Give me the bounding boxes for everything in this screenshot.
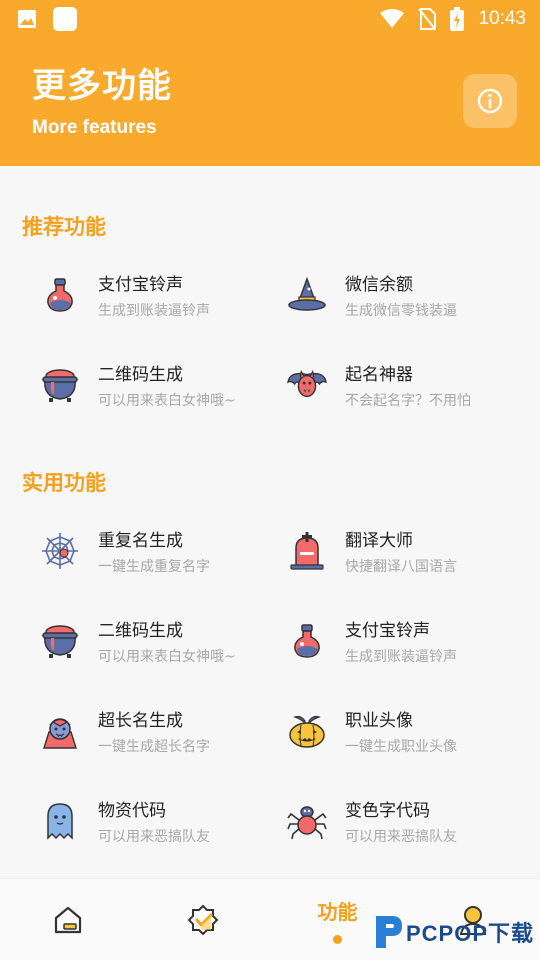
feature-item-code[interactable]: 物资代码 可以用来恶搞队友 [40,791,280,851]
feature-name: 职业头像 [345,711,413,731]
watermark-text: PCPOP下载 [406,921,535,946]
ghost-icon [40,801,80,841]
feature-color-text-code[interactable]: 变色字代码 可以用来恶搞队友 [287,791,527,851]
spider-icon [287,801,327,841]
nav-home[interactable] [0,879,135,960]
feature-name: 变色字代码 [345,801,430,821]
status-bar: 10:43 [0,0,540,38]
active-indicator [333,935,342,944]
feature-desc: 可以用来恶搞队友 [98,829,210,845]
feature-desc: 一键生成超长名字 [98,739,210,755]
witch-hat-icon [287,275,327,315]
vampire-icon [40,711,80,751]
feature-name: 二维码生成 [98,621,183,641]
wifi-icon [380,9,405,28]
feature-desc: 生成微信零钱装逼 [345,303,457,319]
image-icon [18,10,36,28]
feature-long-name[interactable]: 超长名生成 一键生成超长名字 [40,701,280,761]
feature-desc: 一键生成重复名字 [98,559,210,575]
feature-name: 重复名生成 [98,531,183,551]
feature-desc: 可以用来表白女神哦~ [98,649,236,665]
battery-charging-icon [450,7,465,31]
feature-qrcode[interactable]: 二维码生成 可以用来表白女神哦~ [40,355,280,415]
feature-desc: 可以用来恶搞队友 [345,829,457,845]
feature-wechat-balance[interactable]: 微信余额 生成微信零钱装逼 [287,265,527,325]
feature-desc: 可以用来表白女神哦~ [98,393,236,409]
feature-name: 物资代码 [98,801,166,821]
feature-naming[interactable]: 起名神器 不会起名字？不用怕 [287,355,527,415]
feature-name: 支付宝铃声 [98,275,183,295]
no-sim-icon [418,8,437,30]
badge-check-icon [187,904,218,936]
watermark-logo: PCPOP下载 [372,912,534,952]
feature-alipay-ringtone[interactable]: 支付宝铃声 生成到账装逼铃声 [40,265,280,325]
status-time: 10:43 [478,8,526,29]
spiderweb-icon [40,531,80,571]
pumpkin-icon [287,711,327,751]
info-button[interactable] [463,74,517,128]
potion-icon [287,621,327,661]
feature-name: 起名神器 [345,365,413,385]
feature-name: 支付宝铃声 [345,621,430,641]
home-icon [54,906,81,934]
page-subtitle: More features [32,117,157,138]
feature-duplicate-name[interactable]: 重复名生成 一键生成重复名字 [40,521,280,581]
section-title-practical: 实用功能 [22,471,106,495]
page-title: 更多功能 [32,66,172,106]
nav-features-label: 功能 [317,900,358,924]
square-icon [53,7,77,31]
feature-name: 二维码生成 [98,365,183,385]
cauldron-icon [40,365,80,405]
pcpop-logo-icon [376,916,402,948]
feature-name: 微信余额 [345,275,413,295]
tombstone-icon [287,531,327,571]
feature-desc: 生成到账装逼铃声 [345,649,457,665]
feature-desc: 不会起名字？不用怕 [345,393,471,409]
feature-name: 翻译大师 [345,531,413,551]
feature-desc: 一键生成职业头像 [345,739,457,755]
header-title-block: 更多功能 More features [32,58,172,139]
feature-career-avatar[interactable]: 职业头像 一键生成职业头像 [287,701,527,761]
section-title-recommended: 推荐功能 [22,215,106,239]
nav-recommend[interactable] [135,879,270,960]
feature-alipay-ringtone-2[interactable]: 支付宝铃声 生成到账装逼铃声 [287,611,527,671]
cauldron-icon [40,621,80,661]
bat-icon [287,365,327,405]
feature-name: 超长名生成 [98,711,183,731]
feature-desc: 生成到账装逼铃声 [98,303,210,319]
potion-icon [40,275,80,315]
feature-qrcode-2[interactable]: 二维码生成 可以用来表白女神哦~ [40,611,280,671]
feature-translate[interactable]: 翻译大师 快捷翻译八国语言 [287,521,527,581]
feature-desc: 快捷翻译八国语言 [345,559,457,575]
info-icon [477,88,503,114]
